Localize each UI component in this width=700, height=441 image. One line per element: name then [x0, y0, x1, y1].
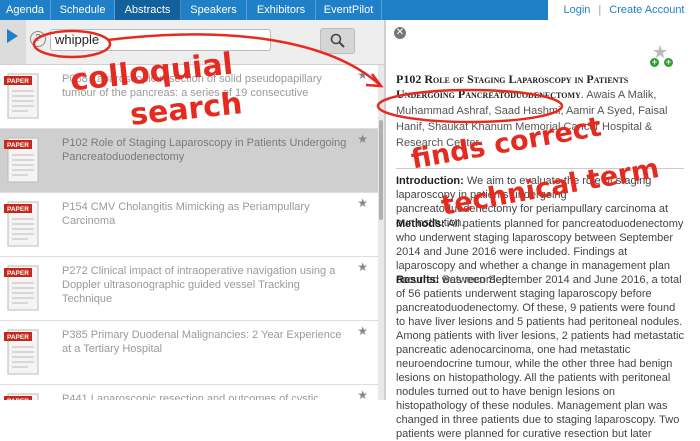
search-circle-annotation [32, 29, 112, 59]
term-circle-annotation [376, 88, 564, 124]
